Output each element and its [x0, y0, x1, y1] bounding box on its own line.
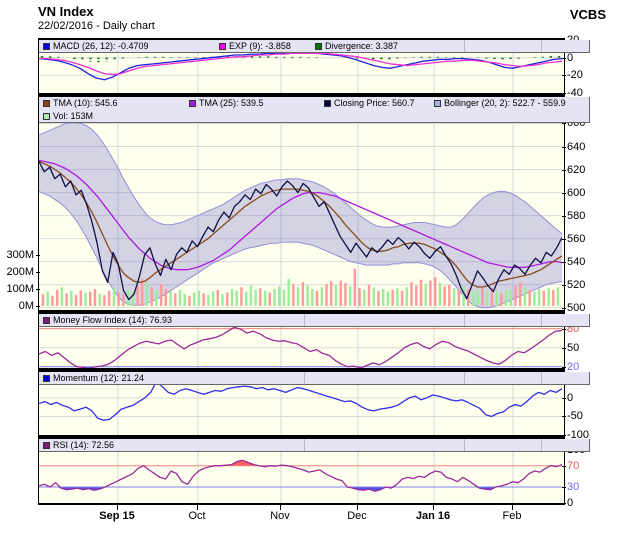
brand-logo: VCBS	[569, 7, 606, 22]
legend-swatch-icon	[43, 442, 50, 449]
legend-label: Divergence: 3.387	[325, 41, 399, 51]
legend-item: MACD (26, 12): -0.4709	[43, 40, 149, 52]
price-ytick: 600	[562, 187, 607, 199]
rsi-ytick: 30	[562, 481, 607, 493]
price-ytick: 540	[562, 256, 607, 268]
legend-swatch-icon	[43, 43, 50, 50]
legend-label: MACD (26, 12): -0.4709	[53, 41, 149, 51]
chart-stack: MACD (26, 12): -0.4709 EXP (9): -3.858 Div…	[38, 38, 591, 530]
volume-ytick: 200M	[0, 266, 40, 278]
legend-label: TMA (25): 539.5	[199, 98, 264, 108]
price-ytick: 520	[562, 279, 607, 291]
legend-item: Bollinger (20, 2): 522.7 - 559.9	[434, 97, 566, 110]
legend-swatch-icon	[219, 43, 226, 50]
legend-label: EXP (9): -3.858	[229, 41, 291, 51]
rsi-legend: RSI (14): 72.56	[39, 439, 590, 452]
legend-item: Money Flow Index (14): 76.93	[43, 314, 173, 326]
price-ytick: 580	[562, 210, 607, 222]
price-ytick: 560	[562, 233, 607, 245]
mfi-ytick: 20	[562, 361, 607, 373]
price-plot[interactable]	[39, 97, 562, 310]
x-axis-label: Feb	[502, 510, 522, 522]
legend-swatch-icon	[434, 100, 441, 107]
x-axis-label: Oct	[188, 510, 206, 522]
price-ytick: 620	[562, 164, 607, 176]
mfi-ytick: 50	[562, 342, 607, 354]
legend-item: TMA (10): 545.6	[43, 97, 118, 110]
legend-item: EXP (9): -3.858	[219, 40, 291, 52]
legend-label: Momentum (12): 21.24	[53, 373, 145, 383]
legend-label: RSI (14): 72.56	[53, 440, 115, 450]
momentum-ytick: -50	[562, 410, 607, 422]
rsi-ytick: 0	[562, 497, 607, 509]
momentum-legend: Momentum (12): 21.24	[39, 372, 590, 385]
legend-swatch-icon	[43, 100, 50, 107]
legend-label: TMA (10): 545.6	[53, 98, 118, 108]
mfi-legend: Money Flow Index (14): 76.93	[39, 314, 590, 327]
legend-label: Closing Price: 560.7	[334, 98, 415, 108]
legend-label: Bollinger (20, 2): 522.7 - 559.9	[444, 98, 566, 108]
legend-swatch-icon	[43, 317, 50, 324]
legend-item: Momentum (12): 21.24	[43, 372, 145, 384]
chart-subtitle: 22/02/2016 - Daily chart	[38, 20, 155, 32]
macd-ytick: -20	[562, 69, 607, 81]
legend-swatch-icon	[43, 375, 50, 382]
volume-ytick: 0M	[0, 300, 40, 312]
chart-window: VN Index 22/02/2016 - Daily chart VCBS M…	[0, 0, 620, 535]
legend-label: Vol: 153M	[53, 111, 94, 121]
legend-item: Divergence: 3.387	[315, 40, 399, 52]
volume-ytick: 100M	[0, 283, 40, 295]
price-panel[interactable]	[38, 95, 565, 312]
price-ytick: 640	[562, 141, 607, 153]
x-axis-label: Nov	[270, 510, 290, 522]
legend-item: Closing Price: 560.7	[324, 97, 415, 110]
price-legend: TMA (10): 545.6 TMA (25): 539.5 Closing Pr…	[39, 97, 590, 123]
volume-ytick: 300M	[0, 249, 40, 261]
legend-swatch-icon	[43, 113, 50, 120]
macd-legend: MACD (26, 12): -0.4709 EXP (9): -3.858 Div…	[39, 40, 590, 53]
legend-item: RSI (14): 72.56	[43, 439, 115, 451]
macd-ytick: 0	[562, 52, 607, 64]
price-ytick: 500	[562, 302, 607, 314]
page-title: VN Index	[38, 4, 94, 19]
legend-item: TMA (25): 539.5	[189, 97, 264, 110]
legend-swatch-icon	[324, 100, 331, 107]
legend-item: Vol: 153M	[43, 110, 94, 122]
legend-swatch-icon	[189, 100, 196, 107]
x-axis-label: Dec	[347, 510, 367, 522]
x-axis-label: Jan 16	[415, 510, 451, 522]
rsi-ytick: 70	[562, 460, 607, 472]
legend-label: Money Flow Index (14): 76.93	[53, 315, 173, 325]
momentum-ytick: 0	[562, 392, 607, 404]
x-axis-label: Sep 15	[99, 510, 135, 522]
legend-swatch-icon	[315, 43, 322, 50]
